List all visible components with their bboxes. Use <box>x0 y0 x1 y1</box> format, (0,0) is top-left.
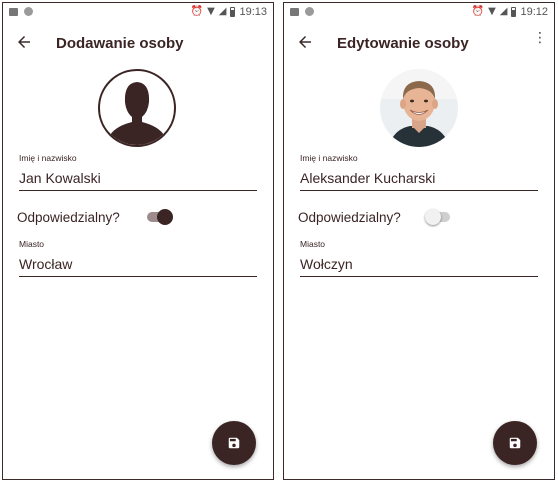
battery-icon <box>511 7 517 17</box>
circle-notification-icon <box>305 7 314 16</box>
responsible-label: Odpowiedzialny? <box>298 210 401 225</box>
page-title: Dodawanie osoby <box>56 35 184 52</box>
avatar[interactable] <box>98 69 176 147</box>
back-arrow-icon[interactable] <box>296 33 314 51</box>
edit-person-screen: ⏰ ▼ ◢ 19:12 Edytowanie osoby ⋮ Imię i na… <box>283 2 555 480</box>
more-vert-icon[interactable]: ⋮ <box>533 31 547 45</box>
responsible-switch[interactable] <box>147 209 173 225</box>
save-icon <box>228 437 240 449</box>
name-input[interactable]: Aleksander Kucharski <box>300 170 538 191</box>
alarm-icon: ⏰ <box>190 6 204 17</box>
status-bar: ⏰ ▼ ◢ 19:12 <box>284 3 554 23</box>
responsible-label: Odpowiedzialny? <box>17 210 120 225</box>
image-notification-icon <box>290 7 299 16</box>
city-input[interactable]: Wołczyn <box>300 256 538 277</box>
save-button[interactable] <box>493 421 537 465</box>
signal-icon: ◢ <box>218 6 227 17</box>
avatar[interactable] <box>380 69 458 147</box>
city-field[interactable]: Miasto Wołczyn <box>300 239 538 277</box>
signal-icon: ◢ <box>499 6 508 17</box>
city-label: Miasto <box>300 239 326 249</box>
responsible-switch[interactable] <box>425 209 450 225</box>
city-label: Miasto <box>19 239 45 249</box>
page-title: Edytowanie osoby <box>337 35 469 52</box>
city-field[interactable]: Miasto Wrocław <box>19 239 257 277</box>
name-field[interactable]: Imię i nazwisko Jan Kowalski <box>19 153 257 191</box>
responsible-row: Odpowiedzialny? <box>298 207 458 229</box>
person-photo <box>380 69 458 147</box>
circle-notification-icon <box>24 7 33 16</box>
name-field[interactable]: Imię i nazwisko Aleksander Kucharski <box>300 153 538 191</box>
save-icon <box>509 437 521 449</box>
responsible-row: Odpowiedzialny? <box>17 207 177 229</box>
wifi-icon: ▼ <box>207 6 215 17</box>
name-label: Imię i nazwisko <box>300 153 358 163</box>
status-time: 19:12 <box>520 6 548 18</box>
city-input[interactable]: Wrocław <box>19 256 257 277</box>
status-bar: ⏰ ▼ ◢ 19:13 <box>3 3 273 23</box>
status-time: 19:13 <box>239 6 267 18</box>
switch-thumb <box>157 209 173 225</box>
back-arrow-icon[interactable] <box>15 33 33 51</box>
alarm-icon: ⏰ <box>471 6 485 17</box>
app-bar: Edytowanie osoby ⋮ <box>284 27 554 61</box>
name-input[interactable]: Jan Kowalski <box>19 170 257 191</box>
person-silhouette-icon <box>110 82 164 145</box>
app-bar: Dodawanie osoby <box>3 27 273 61</box>
switch-thumb <box>425 209 441 225</box>
image-notification-icon <box>9 7 18 16</box>
save-button[interactable] <box>212 421 256 465</box>
name-label: Imię i nazwisko <box>19 153 77 163</box>
add-person-screen: ⏰ ▼ ◢ 19:13 Dodawanie osoby Imię i nazwi… <box>2 2 274 480</box>
battery-icon <box>230 7 236 17</box>
wifi-icon: ▼ <box>488 6 496 17</box>
